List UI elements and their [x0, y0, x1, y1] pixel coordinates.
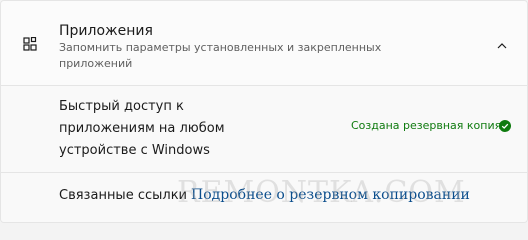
apps-grid-icon	[23, 37, 37, 51]
apps-backup-card: Приложения Запомнить параметры установле…	[0, 0, 528, 223]
section-description: Запомнить параметры установленных и закр…	[59, 41, 382, 70]
section-title: Приложения	[59, 23, 153, 39]
quick-access-row: Быстрый доступ к приложениям на любом ус…	[1, 86, 527, 173]
backup-status: Создана резервная копия	[351, 119, 502, 132]
check-circle-icon	[499, 120, 511, 132]
related-links-row: Связанные ссылки Подробнее о резервном к…	[1, 173, 527, 222]
quick-access-text: Быстрый доступ к приложениям на любом ус…	[59, 99, 225, 158]
related-links-label: Связанные ссылки	[59, 188, 188, 203]
backup-info-link[interactable]: Подробнее о резервном копировании	[191, 187, 470, 203]
apps-section-header[interactable]: Приложения Запомнить параметры установле…	[1, 1, 527, 86]
chevron-up-icon[interactable]	[497, 43, 507, 49]
